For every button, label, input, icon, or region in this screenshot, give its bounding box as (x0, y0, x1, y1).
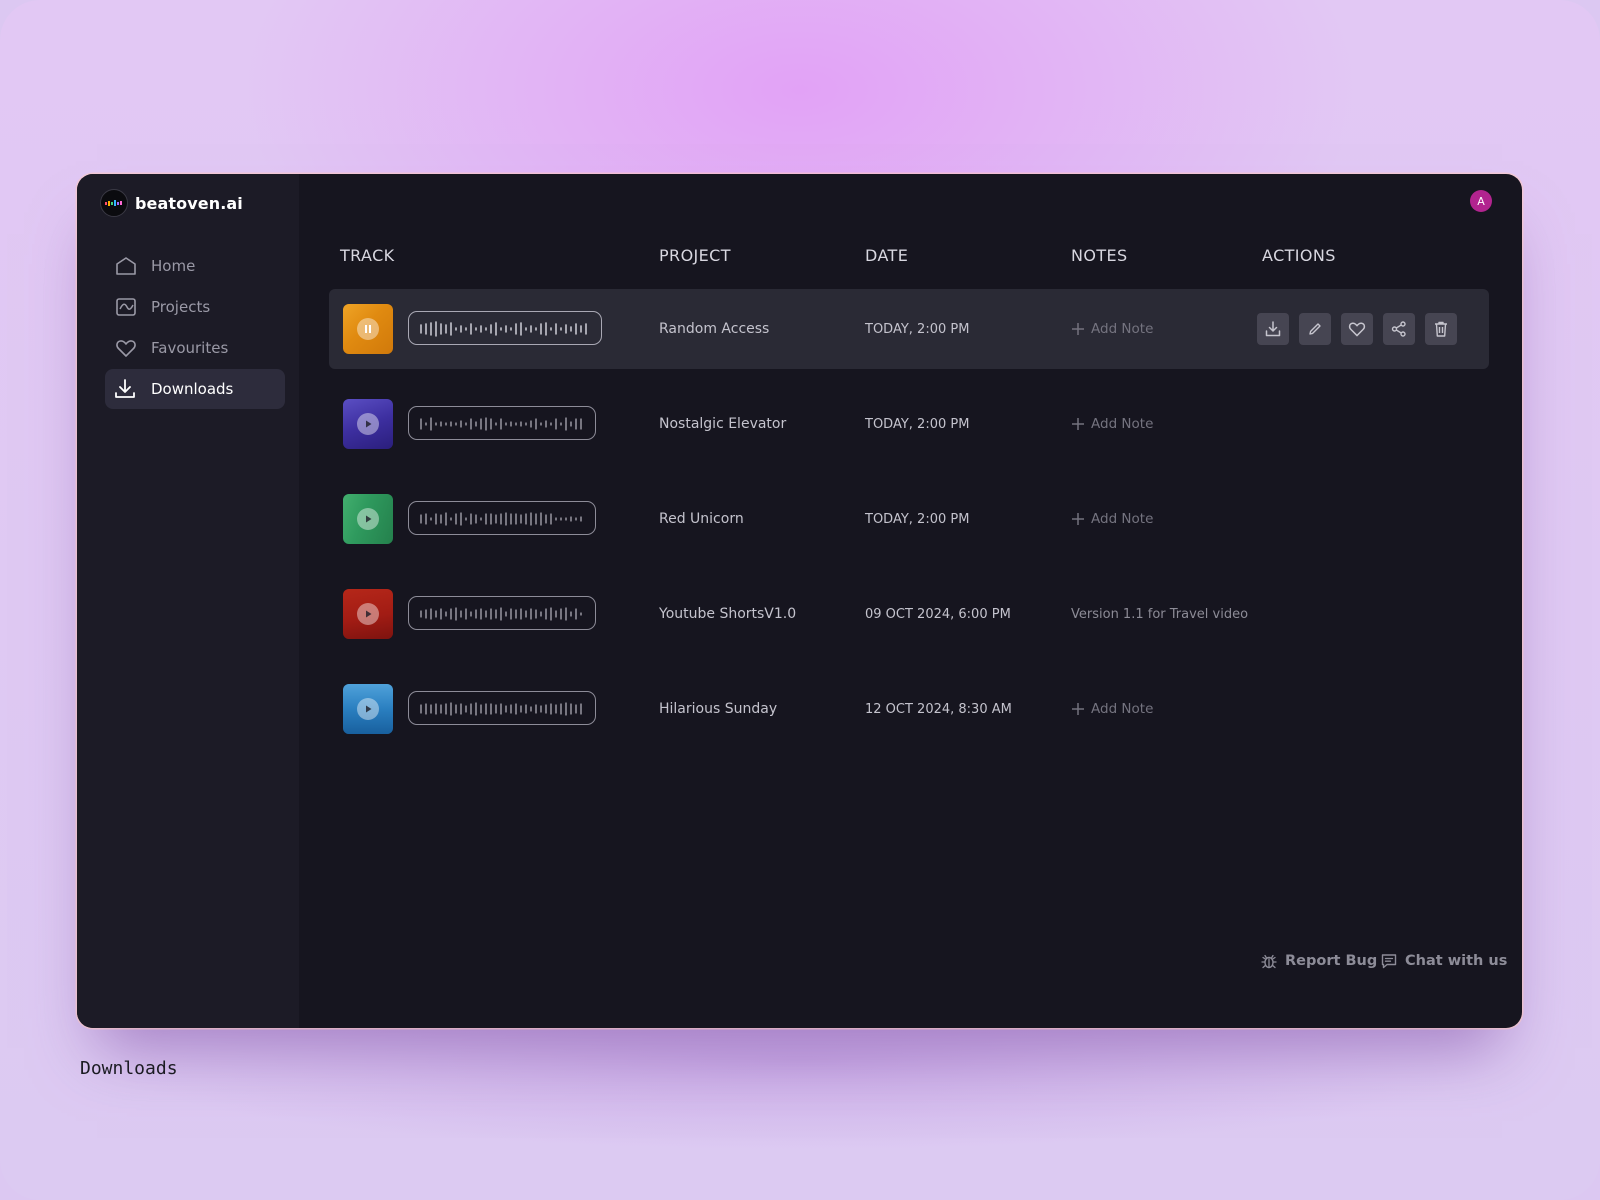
play-icon[interactable] (357, 603, 379, 625)
project-name: Youtube ShortsV1.0 (659, 606, 797, 622)
waveform[interactable] (408, 596, 596, 630)
download-button[interactable] (1257, 313, 1289, 345)
sidebar: beatoven.ai Home Projects Favourites Dow… (77, 174, 299, 1028)
sidebar-item-favourites[interactable]: Favourites (105, 328, 285, 368)
track-date: TODAY, 2:00 PM (865, 321, 970, 337)
add-note-button[interactable]: Add Note (1071, 479, 1153, 559)
download-icon (115, 379, 135, 398)
edit-icon (1309, 323, 1321, 335)
sidebar-item-label: Downloads (151, 380, 234, 398)
track-thumbnail[interactable] (343, 589, 393, 639)
plus-icon (1072, 418, 1084, 430)
waveform[interactable] (408, 501, 596, 535)
page-caption: Downloads (80, 1058, 178, 1079)
add-note-button[interactable]: Add Note (1071, 669, 1153, 749)
heart-icon (1348, 322, 1366, 337)
heart-icon (116, 340, 136, 357)
add-note-button[interactable]: Add Note (1071, 384, 1153, 464)
brand[interactable]: beatoven.ai (100, 189, 243, 217)
waveform-bars-icon (420, 321, 587, 337)
sidebar-item-label: Projects (151, 298, 211, 316)
play-icon[interactable] (357, 508, 379, 530)
app-window: beatoven.ai Home Projects Favourites Dow… (77, 174, 1522, 1028)
waveform[interactable] (408, 406, 596, 440)
share-button[interactable] (1383, 313, 1415, 345)
project-name: Nostalgic Elevator (659, 416, 787, 432)
chat-with-us-link[interactable]: Chat with us (1380, 952, 1507, 970)
project-name: Hilarious Sunday (659, 701, 778, 717)
column-header-date: DATE (865, 246, 909, 265)
column-header-project: PROJECT (659, 246, 731, 265)
waveform-bars-icon (420, 512, 582, 526)
table-row[interactable]: Youtube ShortsV1.0 09 OCT 2024, 6:00 PM … (329, 574, 1489, 654)
table-row[interactable]: Random Access TODAY, 2:00 PM Add Note (329, 289, 1489, 369)
download-icon (1265, 321, 1281, 337)
plus-icon (1072, 513, 1084, 525)
track-thumbnail[interactable] (343, 494, 393, 544)
plus-icon (1072, 703, 1084, 715)
bug-icon (1261, 954, 1277, 969)
plus-icon (1072, 323, 1084, 335)
waveform-bars-icon (420, 702, 582, 716)
track-date: 09 OCT 2024, 6:00 PM (865, 606, 1011, 622)
trash-icon (1435, 321, 1447, 337)
project-name: Random Access (659, 321, 770, 337)
waveform[interactable] (408, 691, 596, 725)
note-label: Add Note (1091, 321, 1154, 337)
report-bug-link[interactable]: Report Bug (1260, 952, 1377, 970)
sidebar-item-home[interactable]: Home (105, 246, 285, 286)
home-icon (116, 257, 136, 275)
share-icon (1391, 321, 1406, 337)
column-header-track: TRACK (340, 246, 395, 265)
sidebar-item-projects[interactable]: Projects (105, 287, 285, 327)
column-header-notes: NOTES (1071, 246, 1128, 265)
track-date: TODAY, 2:00 PM (865, 416, 970, 432)
play-icon[interactable] (357, 413, 379, 435)
row-actions (1257, 313, 1457, 345)
sidebar-nav: Home Projects Favourites Downloads (105, 246, 285, 410)
brand-logo-icon (100, 189, 128, 217)
table-row[interactable]: Hilarious Sunday 12 OCT 2024, 8:30 AM Ad… (329, 669, 1489, 749)
waveform-bars-icon (420, 417, 582, 431)
delete-button[interactable] (1425, 313, 1457, 345)
track-date: 12 OCT 2024, 8:30 AM (865, 701, 1012, 717)
sidebar-item-label: Favourites (151, 339, 229, 357)
sidebar-item-downloads[interactable]: Downloads (105, 369, 285, 409)
note-label: Add Note (1091, 511, 1154, 527)
table-row[interactable]: Red Unicorn TODAY, 2:00 PM Add Note (329, 479, 1489, 559)
note-text[interactable]: Version 1.1 for Travel video (1071, 574, 1248, 654)
track-thumbnail[interactable] (343, 304, 393, 354)
add-note-button[interactable]: Add Note (1071, 289, 1153, 369)
edit-button[interactable] (1299, 313, 1331, 345)
sidebar-item-label: Home (151, 257, 196, 275)
waveform[interactable] (408, 311, 602, 345)
favourite-button[interactable] (1341, 313, 1373, 345)
waveform-bars-icon (420, 607, 582, 621)
track-thumbnail[interactable] (343, 399, 393, 449)
report-bug-label: Report Bug (1285, 953, 1378, 969)
project-name: Red Unicorn (659, 511, 744, 527)
chat-icon (1381, 954, 1397, 969)
column-header-actions: ACTIONS (1262, 246, 1336, 265)
pause-icon[interactable] (357, 318, 379, 340)
projects-icon (116, 298, 136, 316)
chat-label: Chat with us (1405, 953, 1508, 969)
note-label: Add Note (1091, 416, 1154, 432)
user-avatar[interactable]: A (1470, 190, 1492, 212)
note-label: Add Note (1091, 701, 1154, 717)
track-thumbnail[interactable] (343, 684, 393, 734)
track-date: TODAY, 2:00 PM (865, 511, 970, 527)
table-row[interactable]: Nostalgic Elevator TODAY, 2:00 PM Add No… (329, 384, 1489, 464)
brand-name: beatoven.ai (135, 193, 243, 213)
play-icon[interactable] (357, 698, 379, 720)
